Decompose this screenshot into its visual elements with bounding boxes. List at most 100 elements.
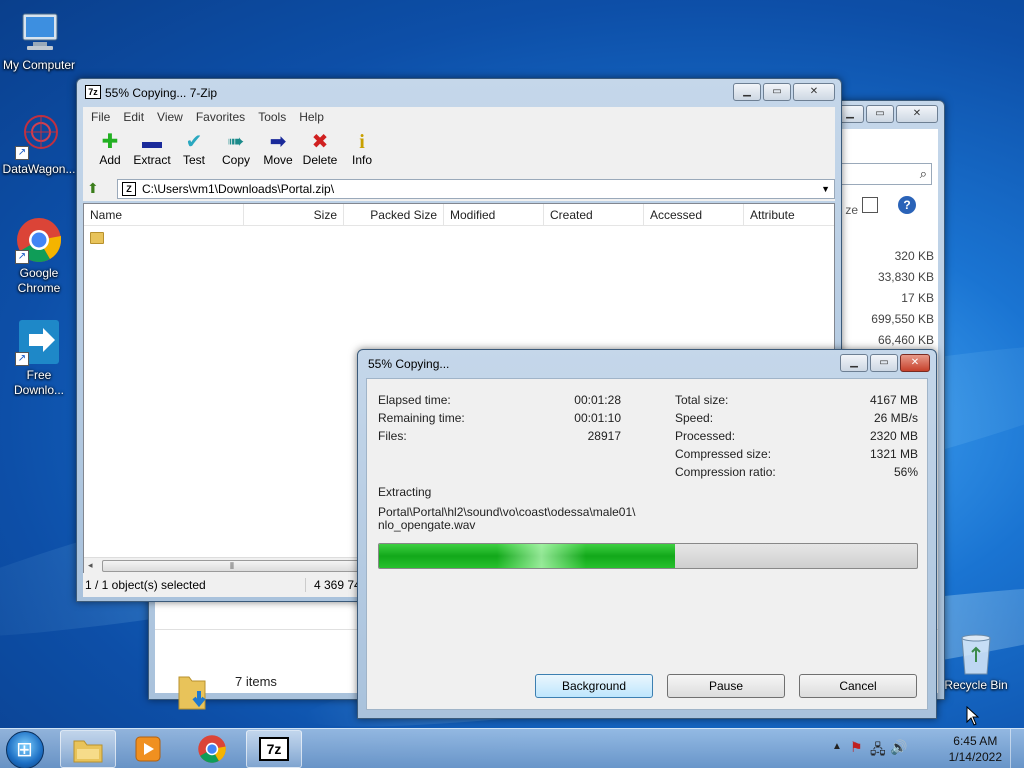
desktop-icon-label: Free Downlo... xyxy=(13,368,65,397)
background-button[interactable]: Background xyxy=(535,674,653,698)
current-file-path: Portal\Portal\hl2\sound\vo\coast\odessa\… xyxy=(378,505,636,519)
delete-button[interactable]: ✖ Delete xyxy=(299,127,341,177)
cancel-button[interactable]: Cancel xyxy=(799,674,917,698)
shortcut-arrow-icon: ↗ xyxy=(15,352,29,366)
desktop-icon-label: DataWagon... xyxy=(2,162,76,176)
elapsed-label: Elapsed time: xyxy=(378,393,451,407)
taskbar-chrome-button[interactable] xyxy=(184,730,240,768)
column-headers: Name Size Packed Size Modified Created A… xyxy=(84,204,834,226)
close-button[interactable]: ✕ xyxy=(793,83,835,101)
media-player-icon xyxy=(135,736,161,762)
minimize-button[interactable]: ▁ xyxy=(840,354,868,372)
test-button[interactable]: ✔ Test xyxy=(173,127,215,177)
7zip-icon: 7z xyxy=(259,737,289,761)
shortcut-arrow-icon: ↗ xyxy=(15,146,29,160)
maximize-button[interactable]: ▭ xyxy=(763,83,791,101)
archive-icon: Z xyxy=(122,182,136,196)
move-button[interactable]: ➡ Move xyxy=(257,127,299,177)
info-icon: i xyxy=(359,131,365,153)
help-icon[interactable]: ? xyxy=(898,196,916,214)
clock-time: 6:45 AM xyxy=(953,734,998,748)
total-size-value: 4167 MB xyxy=(869,393,918,407)
preview-pane-icon[interactable] xyxy=(862,197,878,213)
menu-view[interactable]: View xyxy=(157,110,183,124)
recycle-bin-icon xyxy=(952,628,1000,676)
compressed-size-label: Compressed size: xyxy=(675,447,772,461)
current-file-name: nlo_opengate.wav xyxy=(378,518,476,532)
maximize-button[interactable]: ▭ xyxy=(870,354,898,372)
column-packed-size[interactable]: Packed Size xyxy=(344,204,444,225)
7zip-app-icon: 7z xyxy=(85,85,101,99)
total-size-label: Total size: xyxy=(675,393,729,407)
show-hidden-icons-icon[interactable]: ▲ xyxy=(832,741,842,752)
column-attribute[interactable]: Attribute xyxy=(744,204,834,225)
menu-edit[interactable]: Edit xyxy=(123,110,144,124)
clock-date: 1/14/2022 xyxy=(948,750,1002,764)
scrollbar-thumb[interactable]: ⦀ xyxy=(102,560,362,572)
chrome-icon xyxy=(198,735,226,763)
menu-help[interactable]: Help xyxy=(299,110,324,124)
add-button[interactable]: ✚ Add xyxy=(89,127,131,177)
address-path: C:\Users\vm1\Downloads\Portal.zip\ xyxy=(142,182,335,196)
volume-icon[interactable]: 🔊 xyxy=(890,739,907,756)
minimize-button[interactable]: ▁ xyxy=(733,83,761,101)
copy-arrows-icon: ➠ xyxy=(227,131,245,153)
column-modified[interactable]: Modified xyxy=(444,204,544,225)
folder-icon xyxy=(73,740,103,763)
menu-file[interactable]: File xyxy=(91,110,110,124)
folder-up-icon[interactable]: ⬆ xyxy=(87,180,105,198)
taskbar-7zip-button[interactable]: 7z xyxy=(246,730,302,768)
network-icon[interactable]: 🖧 xyxy=(870,739,886,763)
files-label: Files: xyxy=(378,429,407,443)
desktop-icon-my-computer[interactable]: My Computer xyxy=(0,8,78,73)
operation-label: Extracting xyxy=(378,485,432,499)
copy-progress-dialog[interactable]: 55% Copying... ▁ ▭ ✕ Elapsed time: 00:01… xyxy=(357,349,937,719)
taskbar-media-player-button[interactable] xyxy=(120,730,176,768)
chevron-down-icon[interactable]: ▼ xyxy=(821,180,830,198)
explorer-search-field[interactable]: ⌕ xyxy=(832,163,932,185)
folder-icon[interactable] xyxy=(90,232,104,244)
remaining-label: Remaining time: xyxy=(378,411,465,425)
test-label: Test xyxy=(182,153,205,167)
address-field[interactable]: Z C:\Users\vm1\Downloads\Portal.zip\ ▼ xyxy=(117,179,835,199)
clock[interactable]: 6:45 AM 1/14/2022 xyxy=(949,733,1002,765)
scroll-left-icon[interactable]: ◂ xyxy=(88,560,93,571)
desktop-icon-label: Recycle Bin xyxy=(944,678,1008,692)
minus-icon: ▬ xyxy=(142,131,162,153)
dialog-caption-buttons: ▁ ▭ ✕ xyxy=(840,354,930,372)
status-selection: 1 / 1 object(s) selected xyxy=(85,578,206,592)
desktop-icon-label: Google Chrome xyxy=(17,266,61,295)
checkmark-icon: ✔ xyxy=(185,131,203,153)
menu-tools[interactable]: Tools xyxy=(258,110,286,124)
copy-button[interactable]: ➠ Copy xyxy=(215,127,257,177)
column-name[interactable]: Name xyxy=(84,204,244,225)
size-column-header[interactable]: ze xyxy=(845,203,858,217)
action-center-flag-icon[interactable]: ⚑ xyxy=(850,739,863,756)
desktop-icon-free-download[interactable]: ↗ Free Downlo... xyxy=(0,318,78,398)
column-size[interactable]: Size xyxy=(244,204,344,225)
close-button[interactable]: ✕ xyxy=(900,354,930,372)
desktop-icon-datawagon[interactable]: ↗ DataWagon... xyxy=(0,112,78,177)
7zip-titlebar: 7z 55% Copying... 7-Zip ▁ ▭ ✕ xyxy=(77,79,841,107)
taskbar: 7z ▲ ⚑ 🖧 🔊 6:45 AM 1/14/2022 xyxy=(0,728,1024,768)
pause-button[interactable]: Pause xyxy=(667,674,785,698)
menu-favorites[interactable]: Favorites xyxy=(196,110,245,124)
info-button[interactable]: i Info xyxy=(341,127,383,177)
dialog-title: 55% Copying... xyxy=(368,357,450,371)
copy-label: Copy xyxy=(221,153,250,167)
taskbar-explorer-button[interactable] xyxy=(60,730,116,768)
column-created[interactable]: Created xyxy=(544,204,644,225)
extract-button[interactable]: ▬ Extract xyxy=(131,127,173,177)
info-label: Info xyxy=(351,153,372,167)
column-accessed[interactable]: Accessed xyxy=(644,204,744,225)
files-value: 28917 xyxy=(587,429,621,443)
desktop-icon-google-chrome[interactable]: ↗ Google Chrome xyxy=(0,216,78,296)
address-bar: ⬆ Z C:\Users\vm1\Downloads\Portal.zip\ ▼ xyxy=(83,177,835,201)
progress-bar xyxy=(378,543,918,569)
show-desktop-button[interactable] xyxy=(1010,729,1024,768)
close-button[interactable]: ✕ xyxy=(896,105,938,123)
maximize-button[interactable]: ▭ xyxy=(866,105,894,123)
desktop-icon-recycle-bin[interactable]: Recycle Bin xyxy=(936,628,1016,693)
7zip-caption-buttons: ▁ ▭ ✕ xyxy=(733,83,835,101)
start-button[interactable] xyxy=(6,731,44,768)
